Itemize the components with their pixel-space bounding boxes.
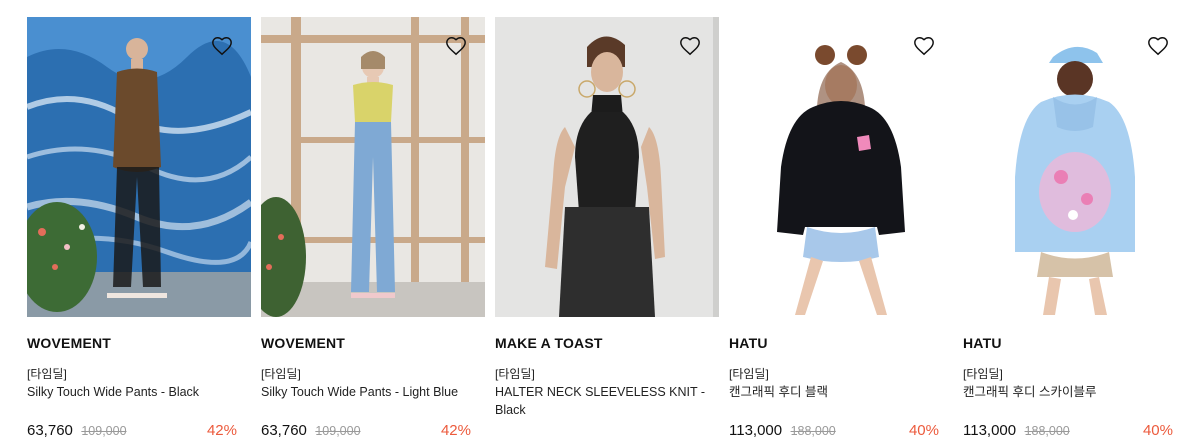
product-tag: [타임딜]: [729, 367, 769, 381]
price-row: [495, 422, 705, 442]
original-price: 188,000: [1024, 424, 1070, 438]
product-tag: [타임딜]: [495, 367, 535, 381]
product-tag: [타임딜]: [261, 367, 301, 381]
discount-rate: 40%: [908, 422, 939, 439]
original-price: 188,000: [790, 424, 836, 438]
price-row: 63,760 109,000 42%: [27, 422, 237, 442]
product-name[interactable]: Silky Touch Wide Pants - Light Blue: [261, 383, 479, 401]
product-tag: [타임딜]: [963, 367, 1003, 381]
price-row: 113,000 188,000 40%: [963, 422, 1173, 442]
heart-outline-icon[interactable]: [1147, 35, 1169, 57]
price-row: 113,000 188,000 40%: [729, 422, 939, 442]
product-card[interactable]: HATU [타임딜] 캔그래픽 후디 블랙 113,000 188,000 40…: [729, 17, 953, 444]
product-card[interactable]: HATU [타임딜] 캔그래픽 후디 스카이블루 113,000 188,000…: [963, 17, 1187, 444]
product-name[interactable]: 캔그래픽 후디 블랙: [729, 383, 947, 401]
product-card[interactable]: WOVEMENT [타임딜] Silky Touch Wide Pants - …: [27, 17, 251, 444]
original-price: 109,000: [315, 424, 361, 438]
product-grid: WOVEMENT [타임딜] Silky Touch Wide Pants - …: [27, 17, 1193, 444]
heart-outline-icon[interactable]: [445, 35, 467, 57]
product-name[interactable]: 캔그래픽 후디 스카이블루: [963, 383, 1181, 401]
sale-price: 63,760: [27, 422, 73, 439]
discount-rate: 40%: [1142, 422, 1173, 439]
price-row: 63,760 109,000 42%: [261, 422, 471, 442]
heart-outline-icon[interactable]: [211, 35, 233, 57]
sale-price: 113,000: [729, 422, 783, 439]
sale-price: 113,000: [963, 422, 1017, 439]
product-brand[interactable]: HATU: [963, 335, 1002, 351]
discount-rate: 42%: [440, 422, 471, 439]
product-card[interactable]: MAKE A TOAST [타임딜] HALTER NECK SLEEVELES…: [495, 17, 719, 444]
product-tag: [타임딜]: [27, 367, 67, 381]
product-image[interactable]: [495, 17, 719, 317]
heart-outline-icon[interactable]: [913, 35, 935, 57]
sale-price: 63,760: [261, 422, 307, 439]
product-name[interactable]: Silky Touch Wide Pants - Black: [27, 383, 245, 401]
heart-outline-icon[interactable]: [679, 35, 701, 57]
product-brand[interactable]: MAKE A TOAST: [495, 335, 603, 351]
product-image[interactable]: [261, 17, 485, 317]
product-image[interactable]: [27, 17, 251, 317]
product-brand[interactable]: WOVEMENT: [27, 335, 111, 351]
product-brand[interactable]: HATU: [729, 335, 768, 351]
product-image[interactable]: [963, 17, 1187, 317]
discount-rate: 42%: [206, 422, 237, 439]
product-image[interactable]: [729, 17, 953, 317]
original-price: 109,000: [81, 424, 127, 438]
product-name[interactable]: HALTER NECK SLEEVELESS KNIT - Black: [495, 383, 713, 419]
product-brand[interactable]: WOVEMENT: [261, 335, 345, 351]
product-card[interactable]: WOVEMENT [타임딜] Silky Touch Wide Pants - …: [261, 17, 485, 444]
